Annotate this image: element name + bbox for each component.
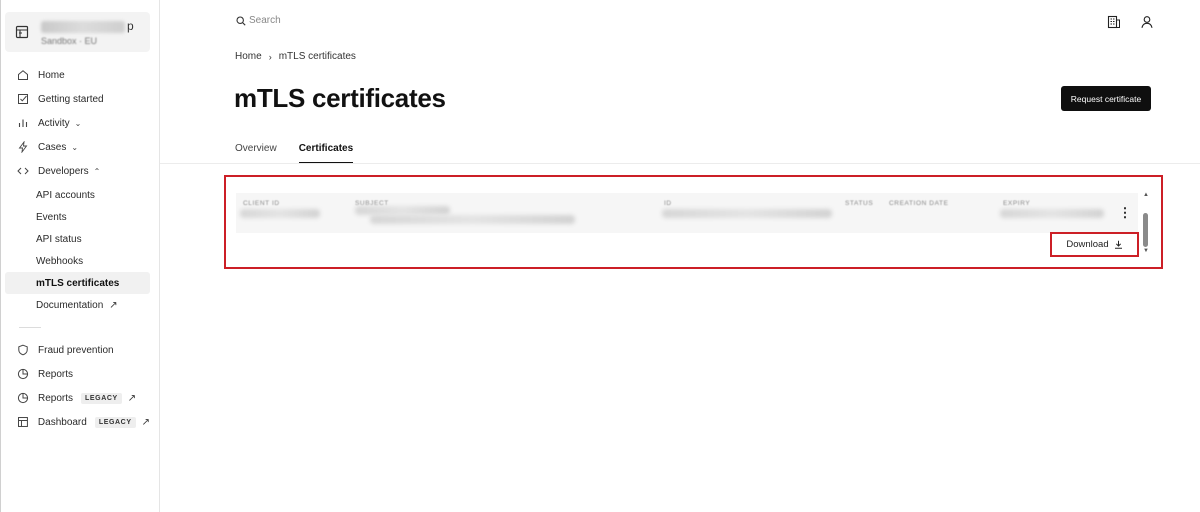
sidebar-item-events[interactable]: Events bbox=[5, 206, 150, 228]
checkbox-icon bbox=[18, 94, 28, 104]
pie-chart-icon bbox=[17, 368, 29, 380]
tab-bar: Overview Certificates bbox=[235, 143, 375, 164]
sidebar-item-activity[interactable]: Activity ⌄ bbox=[5, 112, 150, 134]
request-certificate-button[interactable]: Request certificate bbox=[1061, 86, 1151, 111]
sidebar-item-reports[interactable]: Reports bbox=[5, 363, 150, 385]
sidebar-item-label: Webhooks bbox=[36, 255, 84, 267]
sidebar-item-documentation[interactable]: Documentation ↗ bbox=[5, 294, 150, 316]
legacy-badge: LEGACY bbox=[81, 392, 122, 404]
code-icon bbox=[17, 167, 29, 175]
search-input[interactable]: Search bbox=[236, 15, 281, 26]
breadcrumb: Home › mTLS certificates bbox=[235, 51, 356, 62]
sidebar-item-label: Developers bbox=[38, 165, 89, 177]
account-name-end: p bbox=[127, 19, 134, 33]
sidebar-item-label: API accounts bbox=[36, 189, 95, 201]
sidebar-item-label: Activity bbox=[38, 117, 70, 129]
highlight-annotation-table bbox=[224, 175, 1163, 269]
pie-chart-icon bbox=[17, 392, 29, 404]
sidebar-item-dashboard-legacy[interactable]: Dashboard LEGACY ↗ bbox=[5, 411, 150, 433]
chevron-down-icon: ⌄ bbox=[74, 118, 82, 128]
sidebar-item-label: Events bbox=[36, 211, 67, 223]
sidebar-item-label: Documentation bbox=[36, 299, 104, 311]
layout-icon bbox=[17, 417, 28, 427]
user-icon[interactable] bbox=[1140, 15, 1154, 29]
home-icon bbox=[18, 70, 28, 80]
highlight-annotation-download bbox=[1050, 232, 1139, 257]
page-title: mTLS certificates bbox=[234, 83, 446, 113]
lightning-icon bbox=[18, 141, 28, 153]
sidebar-item-api-accounts[interactable]: API accounts bbox=[5, 184, 150, 206]
chevron-up-icon: ⌃ bbox=[93, 166, 101, 176]
sidebar-item-label: Fraud prevention bbox=[38, 344, 114, 356]
sidebar-item-api-status[interactable]: API status bbox=[5, 228, 150, 250]
sidebar-item-getting-started[interactable]: Getting started bbox=[5, 88, 150, 110]
sidebar-item-label: Reports bbox=[38, 368, 74, 380]
account-environment: Sandbox · EU bbox=[41, 36, 98, 46]
sidebar-item-cases[interactable]: Cases ⌄ bbox=[5, 136, 150, 158]
sidebar-item-label: Reports bbox=[38, 392, 74, 404]
sidebar-item-label: Cases bbox=[38, 141, 67, 153]
sidebar-item-label: Home bbox=[38, 69, 65, 81]
search-placeholder: Search bbox=[249, 15, 281, 26]
external-link-icon: ↗ bbox=[127, 392, 137, 404]
sidebar-item-label: API status bbox=[36, 233, 82, 245]
breadcrumb-home[interactable]: Home bbox=[235, 51, 262, 62]
account-name-redacted bbox=[41, 21, 125, 33]
sidebar-item-label: Dashboard bbox=[37, 416, 87, 428]
app-root: p Sandbox · EU Home Getting started Acti… bbox=[0, 0, 1200, 512]
bar-chart-icon bbox=[18, 119, 28, 127]
tab-certificates[interactable]: Certificates bbox=[298, 143, 354, 164]
sidebar-item-home[interactable]: Home bbox=[5, 64, 150, 86]
sidebar: p Sandbox · EU Home Getting started Acti… bbox=[0, 0, 160, 512]
sidebar-item-mtls-certificates[interactable]: mTLS certificates bbox=[5, 272, 150, 294]
legacy-badge: LEGACY bbox=[94, 416, 136, 428]
search-icon bbox=[236, 15, 246, 26]
breadcrumb-current: mTLS certificates bbox=[278, 51, 356, 62]
sidebar-item-developers[interactable]: Developers ⌃ bbox=[5, 160, 150, 182]
chevron-down-icon: ⌄ bbox=[71, 142, 79, 152]
sidebar-item-fraud-prevention[interactable]: Fraud prevention bbox=[5, 339, 150, 361]
sidebar-divider bbox=[19, 327, 41, 328]
tab-overview[interactable]: Overview bbox=[235, 143, 277, 164]
shield-icon bbox=[18, 344, 28, 356]
sidebar-item-label: Getting started bbox=[38, 93, 104, 105]
sidebar-item-label: mTLS certificates bbox=[36, 277, 120, 289]
building-icon[interactable] bbox=[1107, 15, 1121, 29]
account-switcher[interactable]: p Sandbox · EU bbox=[5, 12, 150, 52]
tabs-divider bbox=[160, 163, 1200, 164]
external-link-icon: ↗ bbox=[109, 299, 118, 311]
sidebar-item-reports-legacy[interactable]: Reports LEGACY ↗ bbox=[5, 387, 150, 409]
chevron-right-icon: › bbox=[268, 51, 272, 62]
external-link-icon: ↗ bbox=[141, 416, 150, 428]
store-icon bbox=[15, 25, 29, 39]
sidebar-item-webhooks[interactable]: Webhooks bbox=[5, 250, 150, 272]
